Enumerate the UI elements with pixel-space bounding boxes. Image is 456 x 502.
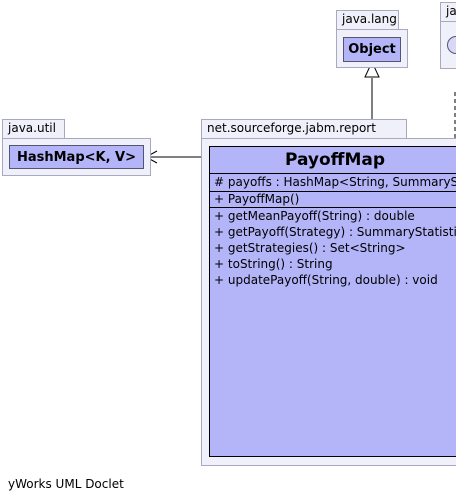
visibility-marker: + [214,273,225,287]
package-tab-report: net.sourceforge.jabm.report [201,119,407,139]
attribute-row: # payoffs : HashMap<String, SummaryStati… [214,174,456,190]
class-name: Object [348,42,396,57]
package-label: java.lang [342,12,397,26]
method-row: + toString() : String [214,256,333,272]
visibility-marker: # [214,175,225,189]
visibility-marker: + [214,257,225,271]
constructor-row: + PayoffMap() [214,191,299,207]
class-name: HashMap<K, V> [16,149,137,165]
constructor-text: PayoffMap() [227,192,300,206]
visibility-marker: + [214,192,225,206]
class-hashmap[interactable]: HashMap<K, V> [9,145,144,169]
method-text: getMeanPayoff(String) : double [227,209,415,223]
method-text: getPayoff(Strategy) : SummaryStatistics [227,225,456,239]
package-label: net.sourceforge.jabm.report [207,121,376,135]
attribute-text: payoffs : HashMap<String, SummaryStatist… [227,175,456,189]
package-label: java.util [8,121,56,135]
visibility-marker: + [214,225,225,239]
package-label: ja [446,4,456,18]
method-row: + getMeanPayoff(String) : double [214,208,415,224]
footer-credit: yWorks UML Doclet [8,477,124,491]
visibility-marker: + [214,241,225,255]
method-text: toString() : String [227,257,333,271]
method-row: + getPayoff(Strategy) : SummaryStatistic… [214,224,456,240]
class-payoffmap[interactable]: PayoffMap # payoffs : HashMap<String, Su… [209,146,456,457]
visibility-marker: + [214,209,225,223]
package-tab-java-util: java.util [2,119,65,139]
class-object[interactable]: Object [343,37,401,62]
package-tab-partial: ja [440,2,456,22]
method-text: updatePayoff(String, double) : void [227,273,438,287]
method-row: + getStrategies() : Set<String> [214,240,406,256]
class-name: PayoffMap [210,147,456,174]
method-row: + updatePayoff(String, double) : void [214,272,438,288]
method-text: getStrategies() : Set<String> [227,241,406,255]
package-tab-java-lang: java.lang [336,10,399,30]
